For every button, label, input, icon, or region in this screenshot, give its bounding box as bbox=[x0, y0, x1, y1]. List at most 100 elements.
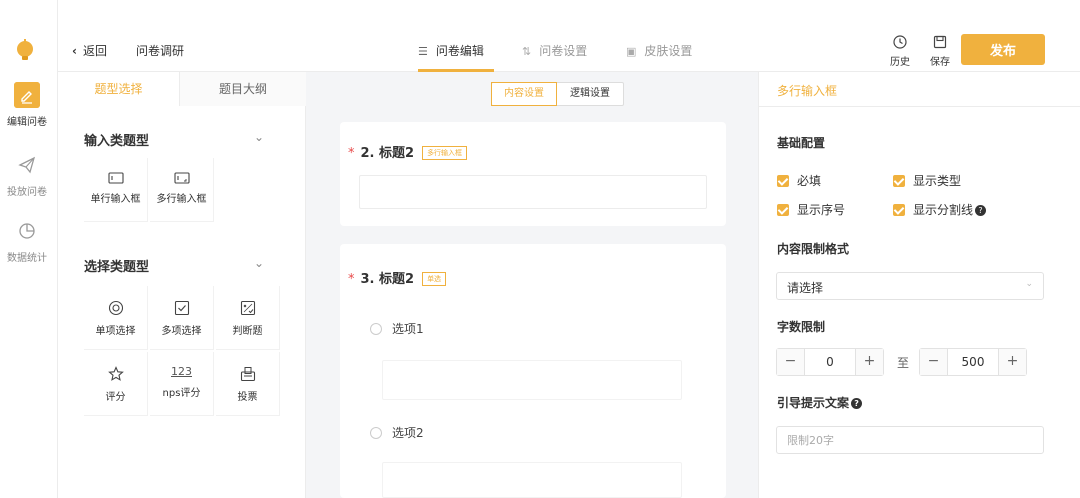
question-type-panel: 题型选择 题目大纲 输入类题型 ⌄ 单行输入框 多行输入框 选择类题型 ⌄ 单项… bbox=[58, 72, 306, 498]
question-type-tag: 多行输入框 bbox=[422, 146, 468, 160]
type-multi-line-input[interactable]: 多行输入框 bbox=[150, 158, 214, 222]
plus-button[interactable]: + bbox=[998, 349, 1026, 375]
rail-item-edit[interactable]: 编辑问卷 bbox=[0, 82, 54, 128]
question-title: * 3. 标题2 单选 bbox=[348, 268, 447, 287]
tab-survey-settings[interactable]: ⇅ 问卷设置 bbox=[522, 42, 587, 59]
type-single-choice[interactable]: 单项选择 bbox=[84, 286, 148, 350]
tab-label: 问卷设置 bbox=[539, 44, 588, 58]
type-vote[interactable]: 投票 bbox=[216, 352, 280, 416]
back-button[interactable]: ‹ 返回 bbox=[72, 42, 107, 59]
tab-question-outline[interactable]: 题目大纲 bbox=[180, 72, 306, 106]
multi-line-input-icon bbox=[173, 172, 190, 184]
chevron-down-icon[interactable]: ⌄ bbox=[254, 130, 264, 144]
required-star: * bbox=[348, 272, 355, 287]
hint-heading-text: 引导提示文案 bbox=[777, 396, 850, 410]
basic-config-heading: 基础配置 bbox=[777, 136, 826, 150]
checkbox-label: 必填 bbox=[797, 174, 822, 188]
tab-label: 问卷编辑 bbox=[435, 44, 484, 58]
radio-circle-icon bbox=[370, 427, 382, 439]
back-label: 返回 bbox=[82, 44, 107, 58]
option-label: 选项1 bbox=[392, 322, 424, 336]
option-item[interactable]: 选项1 bbox=[370, 320, 424, 337]
properties-panel: 多行输入框 基础配置 必填 显示类型 显示序号 显示分割线? 内容限制格式 请选… bbox=[758, 72, 1080, 498]
range-separator: 至 bbox=[897, 356, 910, 370]
option-edit-area[interactable] bbox=[382, 360, 682, 400]
judge-icon bbox=[240, 300, 255, 316]
word-limit-heading: 字数限制 bbox=[777, 320, 826, 334]
cell-label: 投票 bbox=[237, 392, 258, 403]
cell-label: 单行输入框 bbox=[90, 194, 141, 205]
tab-question-types[interactable]: 题型选择 bbox=[58, 72, 180, 106]
save-label: 保存 bbox=[930, 57, 950, 68]
sliders-icon: ⇅ bbox=[522, 45, 532, 58]
checkbox-checked-icon bbox=[777, 204, 789, 216]
question-card[interactable]: * 2. 标题2 多行输入框 bbox=[340, 122, 726, 226]
minus-button[interactable]: − bbox=[920, 349, 948, 375]
plus-button[interactable]: + bbox=[855, 349, 883, 375]
max-words-stepper[interactable]: − + bbox=[919, 348, 1027, 376]
type-single-line-input[interactable]: 单行输入框 bbox=[84, 158, 148, 222]
checkbox-checked-icon bbox=[893, 175, 905, 187]
input-types-grid: 单行输入框 多行输入框 bbox=[84, 158, 280, 222]
left-rail: 编辑问卷 投放问卷 数据统计 bbox=[0, 0, 58, 498]
clock-icon bbox=[893, 35, 907, 49]
checkbox-show-number[interactable]: 显示序号 bbox=[777, 201, 845, 218]
tab-logic-settings[interactable]: 逻辑设置 bbox=[557, 83, 623, 105]
cell-label: nps评分 bbox=[162, 388, 201, 399]
star-icon bbox=[107, 366, 124, 381]
cell-label: 评分 bbox=[105, 392, 126, 403]
required-star: * bbox=[348, 146, 355, 161]
checkbox-checked-icon bbox=[777, 175, 789, 187]
chevron-down-icon: ⌄ bbox=[1025, 279, 1033, 289]
type-true-false[interactable]: 判断题 bbox=[216, 286, 280, 350]
question-title-text: 2. 标题2 bbox=[360, 146, 415, 161]
format-select[interactable]: 请选择 ⌄ bbox=[776, 272, 1044, 300]
pie-chart-icon bbox=[19, 223, 35, 239]
rail-item-distribute[interactable]: 投放问卷 bbox=[0, 152, 54, 198]
option-edit-area[interactable] bbox=[382, 462, 682, 498]
type-rating[interactable]: 评分 bbox=[84, 352, 148, 416]
question-card[interactable]: * 3. 标题2 单选 选项1 选项2 bbox=[340, 244, 726, 498]
history-label: 历史 bbox=[890, 57, 910, 68]
type-nps-rating[interactable]: 123 nps评分 bbox=[150, 352, 214, 416]
option-item[interactable]: 选项2 bbox=[370, 424, 424, 441]
checkbox-show-type[interactable]: 显示类型 bbox=[893, 172, 961, 189]
publish-button[interactable]: 发布 bbox=[961, 34, 1045, 65]
nps-icon: 123 bbox=[171, 365, 192, 378]
rail-item-label: 编辑问卷 bbox=[7, 117, 47, 128]
skin-icon: ▣ bbox=[626, 45, 637, 58]
max-words-input[interactable] bbox=[948, 349, 998, 375]
help-icon[interactable]: ? bbox=[851, 398, 863, 409]
rail-item-label: 投放问卷 bbox=[7, 187, 47, 198]
help-icon[interactable]: ? bbox=[975, 205, 987, 216]
input-types-heading: 输入类题型 bbox=[84, 134, 150, 149]
min-words-stepper[interactable]: − + bbox=[776, 348, 884, 376]
list-icon: ☰ bbox=[418, 45, 428, 58]
min-words-input[interactable] bbox=[805, 349, 855, 375]
tab-survey-edit[interactable]: ☰ 问卷编辑 bbox=[418, 42, 484, 59]
cell-label: 多项选择 bbox=[161, 326, 202, 337]
question-title-text: 3. 标题2 bbox=[360, 272, 415, 287]
rail-item-stats[interactable]: 数据统计 bbox=[0, 218, 54, 264]
chevron-down-icon[interactable]: ⌄ bbox=[254, 256, 264, 270]
left-panel-tabs: 题型选择 题目大纲 bbox=[58, 72, 306, 106]
floppy-icon bbox=[933, 35, 947, 49]
tab-content-settings[interactable]: 内容设置 bbox=[491, 82, 557, 106]
tab-skin-settings[interactable]: ▣ 皮肤设置 bbox=[626, 42, 692, 59]
minus-button[interactable]: − bbox=[777, 349, 805, 375]
checkbox-label: 显示分割线 bbox=[913, 203, 974, 217]
multi-line-answer-preview[interactable] bbox=[359, 175, 707, 209]
checkbox-required[interactable]: 必填 bbox=[777, 172, 821, 189]
checkbox-show-divider[interactable]: 显示分割线? bbox=[893, 201, 987, 218]
cell-label: 单项选择 bbox=[95, 326, 136, 337]
question-type-tag: 单选 bbox=[422, 272, 447, 286]
checkbox-icon bbox=[174, 300, 189, 316]
type-multi-choice[interactable]: 多项选择 bbox=[150, 286, 214, 350]
format-heading: 内容限制格式 bbox=[777, 242, 850, 256]
single-line-input-icon bbox=[107, 172, 124, 184]
checkbox-label: 显示类型 bbox=[913, 174, 962, 188]
top-header: ‹ 返回 问卷调研 ☰ 问卷编辑 ⇅ 问卷设置 ▣ 皮肤设置 历史 保存 发布 bbox=[58, 0, 1080, 72]
save-button[interactable]: 保存 bbox=[926, 34, 954, 68]
history-button[interactable]: 历史 bbox=[886, 34, 914, 68]
hint-text-input[interactable] bbox=[776, 426, 1044, 454]
